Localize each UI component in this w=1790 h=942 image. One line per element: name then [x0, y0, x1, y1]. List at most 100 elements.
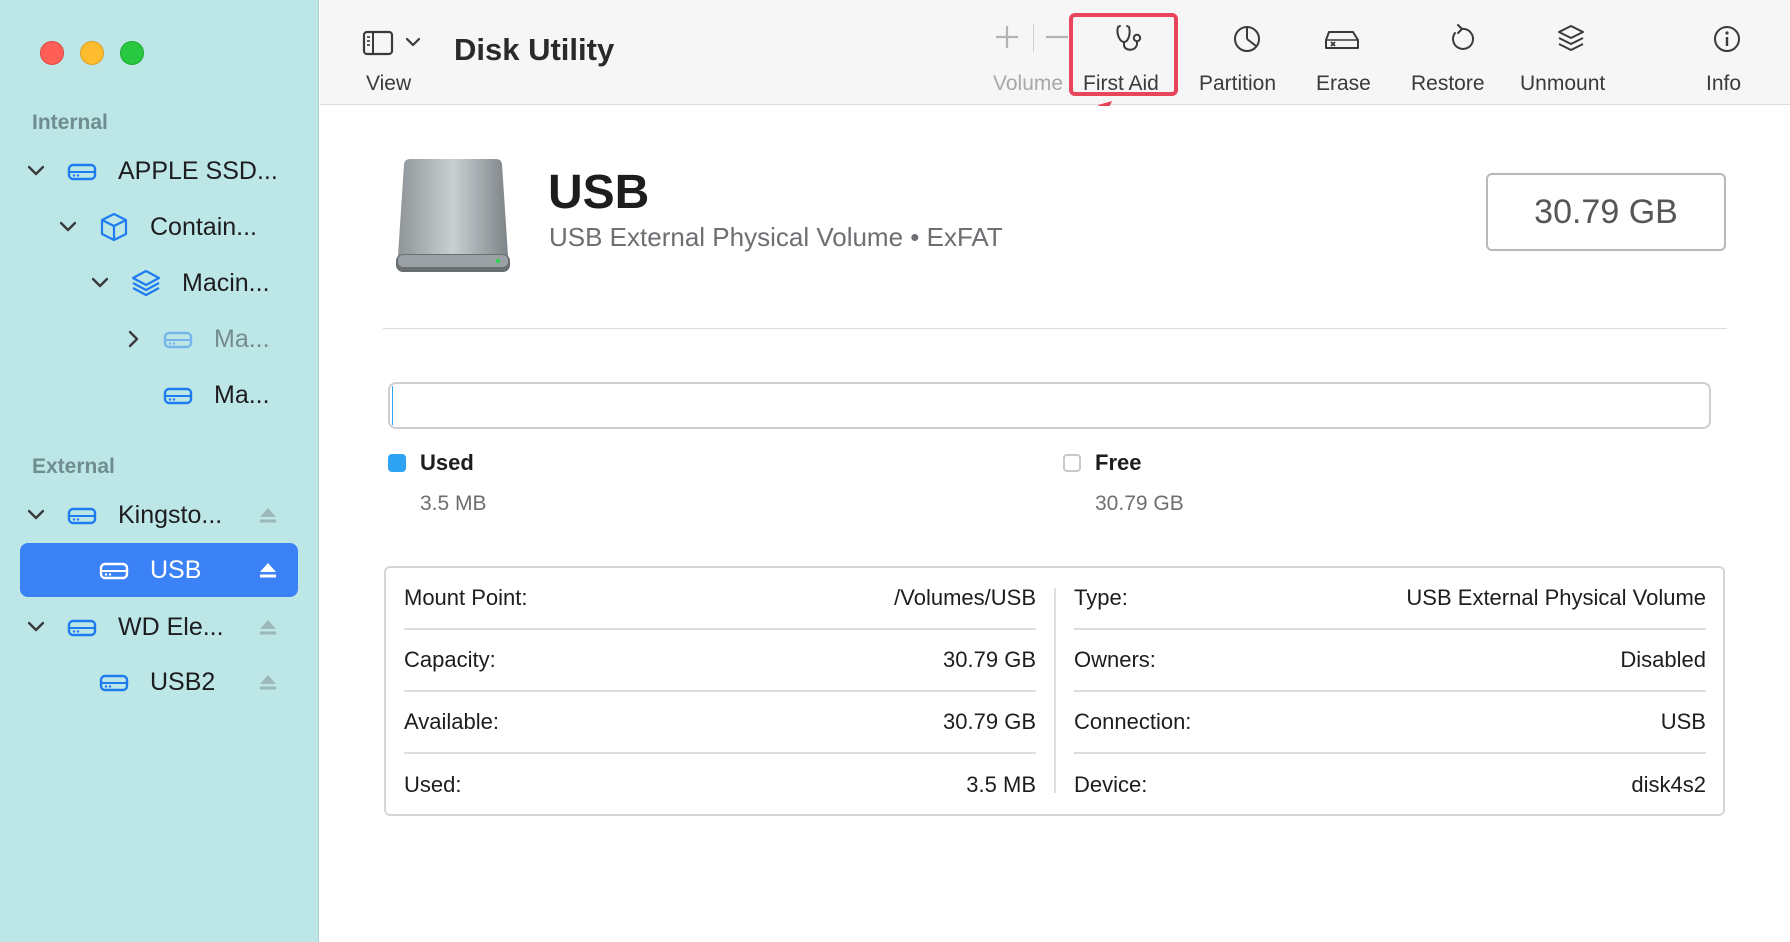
drive-icon [67, 507, 97, 525]
close-window-button[interactable] [40, 41, 64, 65]
erase-label: Erase [1316, 72, 1371, 95]
detail-key: Type: [1074, 585, 1128, 610]
external-drive-icon [396, 159, 510, 272]
legend-free: Free [1063, 450, 1141, 476]
detail-value: disk4s2 [1631, 772, 1706, 797]
zoom-window-button[interactable] [120, 41, 144, 65]
drive-icon [67, 619, 97, 637]
sidebar-item-label: USB [150, 555, 202, 584]
sidebar-item-container[interactable]: Contain... [20, 200, 298, 254]
volume-size-box: 30.79 GB [1486, 173, 1726, 251]
table-row: Used: 3.5 MB [404, 754, 1036, 816]
restore-button[interactable]: Restore [1411, 18, 1511, 98]
detail-key: Capacity: [404, 647, 496, 672]
minimize-window-button[interactable] [80, 41, 104, 65]
volume-details-table: Mount Point: /Volumes/USB Capacity: 30.7… [384, 566, 1725, 816]
chevron-down-icon[interactable] [90, 273, 110, 293]
sidebar-item-label: APPLE SSD... [118, 156, 278, 185]
restore-label: Restore [1411, 72, 1485, 95]
detail-value: USB [1660, 709, 1706, 734]
sidebar-item-label: Kingsto... [118, 500, 223, 529]
add-volume-icon[interactable] [994, 24, 1020, 50]
chevron-down-icon[interactable] [26, 161, 46, 181]
main-content: USB USB External Physical Volume • ExFAT… [320, 106, 1790, 942]
column-divider [1054, 588, 1056, 793]
section-title-external: External [32, 455, 115, 478]
section-title-internal: Internal [32, 111, 108, 134]
sidebar-item-label: Ma... [214, 324, 270, 353]
sidebar-item-macintosh[interactable]: Macin... [20, 256, 298, 310]
chevron-down-icon [405, 37, 421, 47]
sidebar-item-label: Macin... [182, 268, 270, 297]
detail-key: Connection: [1074, 709, 1192, 734]
volume-subtitle: USB External Physical Volume • ExFAT [549, 222, 1003, 252]
used-swatch [388, 454, 406, 472]
table-row: Type: USB External Physical Volume [1074, 568, 1706, 630]
partition-button[interactable]: Partition [1196, 18, 1296, 98]
sidebar-item-label: Ma... [214, 380, 270, 409]
layers-icon [131, 269, 161, 297]
sidebar-item-snapshot[interactable]: Ma... [20, 312, 298, 366]
eject-icon[interactable] [258, 672, 278, 692]
eject-icon[interactable] [258, 617, 278, 637]
info-button[interactable]: Info [1700, 18, 1760, 98]
free-value: 30.79 GB [1095, 492, 1184, 515]
drive-icon [163, 387, 193, 405]
remove-volume-icon[interactable] [1044, 24, 1070, 50]
info-label: Info [1706, 72, 1742, 95]
detail-key: Device: [1074, 772, 1148, 797]
eject-icon[interactable] [258, 505, 278, 525]
sidebar-item-label: USB2 [150, 667, 216, 696]
usage-bar [388, 382, 1711, 429]
table-row: Mount Point: /Volumes/USB [404, 568, 1036, 630]
sidebar-item-data[interactable]: Ma... [20, 368, 298, 422]
drive-icon [99, 674, 129, 692]
erase-button[interactable]: Erase [1316, 18, 1406, 98]
chevron-right-icon[interactable] [124, 329, 144, 349]
volume-name: USB [548, 166, 650, 219]
pie-chart-icon [1234, 26, 1260, 52]
sidebar-item-apple-ssd[interactable]: APPLE SSD... [20, 144, 298, 198]
sidebar-item-label: WD Ele... [118, 612, 224, 641]
table-row: Available: 30.79 GB [404, 692, 1036, 754]
detail-key: Mount Point: [404, 585, 528, 610]
chevron-down-icon[interactable] [26, 505, 46, 525]
sidebar-toggle-icon [362, 30, 394, 56]
partition-label: Partition [1199, 72, 1277, 95]
detail-value: USB External Physical Volume [1406, 585, 1706, 610]
container-icon [100, 212, 128, 242]
sidebar-item-kingston[interactable]: Kingsto... [20, 488, 298, 542]
chevron-down-icon[interactable] [58, 217, 78, 237]
eject-icon[interactable] [258, 560, 278, 580]
detail-value: /Volumes/USB [894, 585, 1036, 610]
used-value: 3.5 MB [420, 492, 487, 515]
view-label: View [366, 72, 412, 95]
detail-key: Available: [404, 709, 499, 734]
unmount-icon [1558, 25, 1584, 51]
free-label: Free [1095, 450, 1142, 475]
volume-label: Volume [993, 72, 1064, 95]
drive-icon [99, 562, 129, 580]
table-row: Capacity: 30.79 GB [404, 630, 1036, 692]
sidebar-item-wd-elements[interactable]: WD Ele... [20, 600, 298, 654]
sidebar-item-usb2[interactable]: USB2 [20, 655, 298, 709]
unmount-button[interactable]: Unmount [1520, 18, 1630, 98]
volume-button-group: Volume [970, 18, 1080, 98]
sidebar-item-usb[interactable]: USB [20, 543, 298, 597]
erase-drive-icon [1325, 31, 1359, 49]
restore-icon [1452, 24, 1474, 50]
table-row: Device: disk4s2 [1074, 754, 1706, 816]
view-button[interactable]: View [360, 28, 430, 98]
table-row: Owners: Disabled [1074, 630, 1706, 692]
window-controls [40, 41, 144, 65]
legend-used: Used [388, 450, 474, 476]
detail-value: 3.5 MB [966, 772, 1036, 797]
detail-key: Used: [404, 772, 462, 797]
window-title: Disk Utility [454, 32, 615, 67]
used-label: Used [420, 450, 474, 475]
chevron-down-icon[interactable] [26, 617, 46, 637]
first-aid-highlight-box [1069, 13, 1178, 96]
drive-icon [163, 331, 193, 349]
unmount-label: Unmount [1520, 72, 1606, 95]
detail-value: 30.79 GB [943, 709, 1036, 734]
